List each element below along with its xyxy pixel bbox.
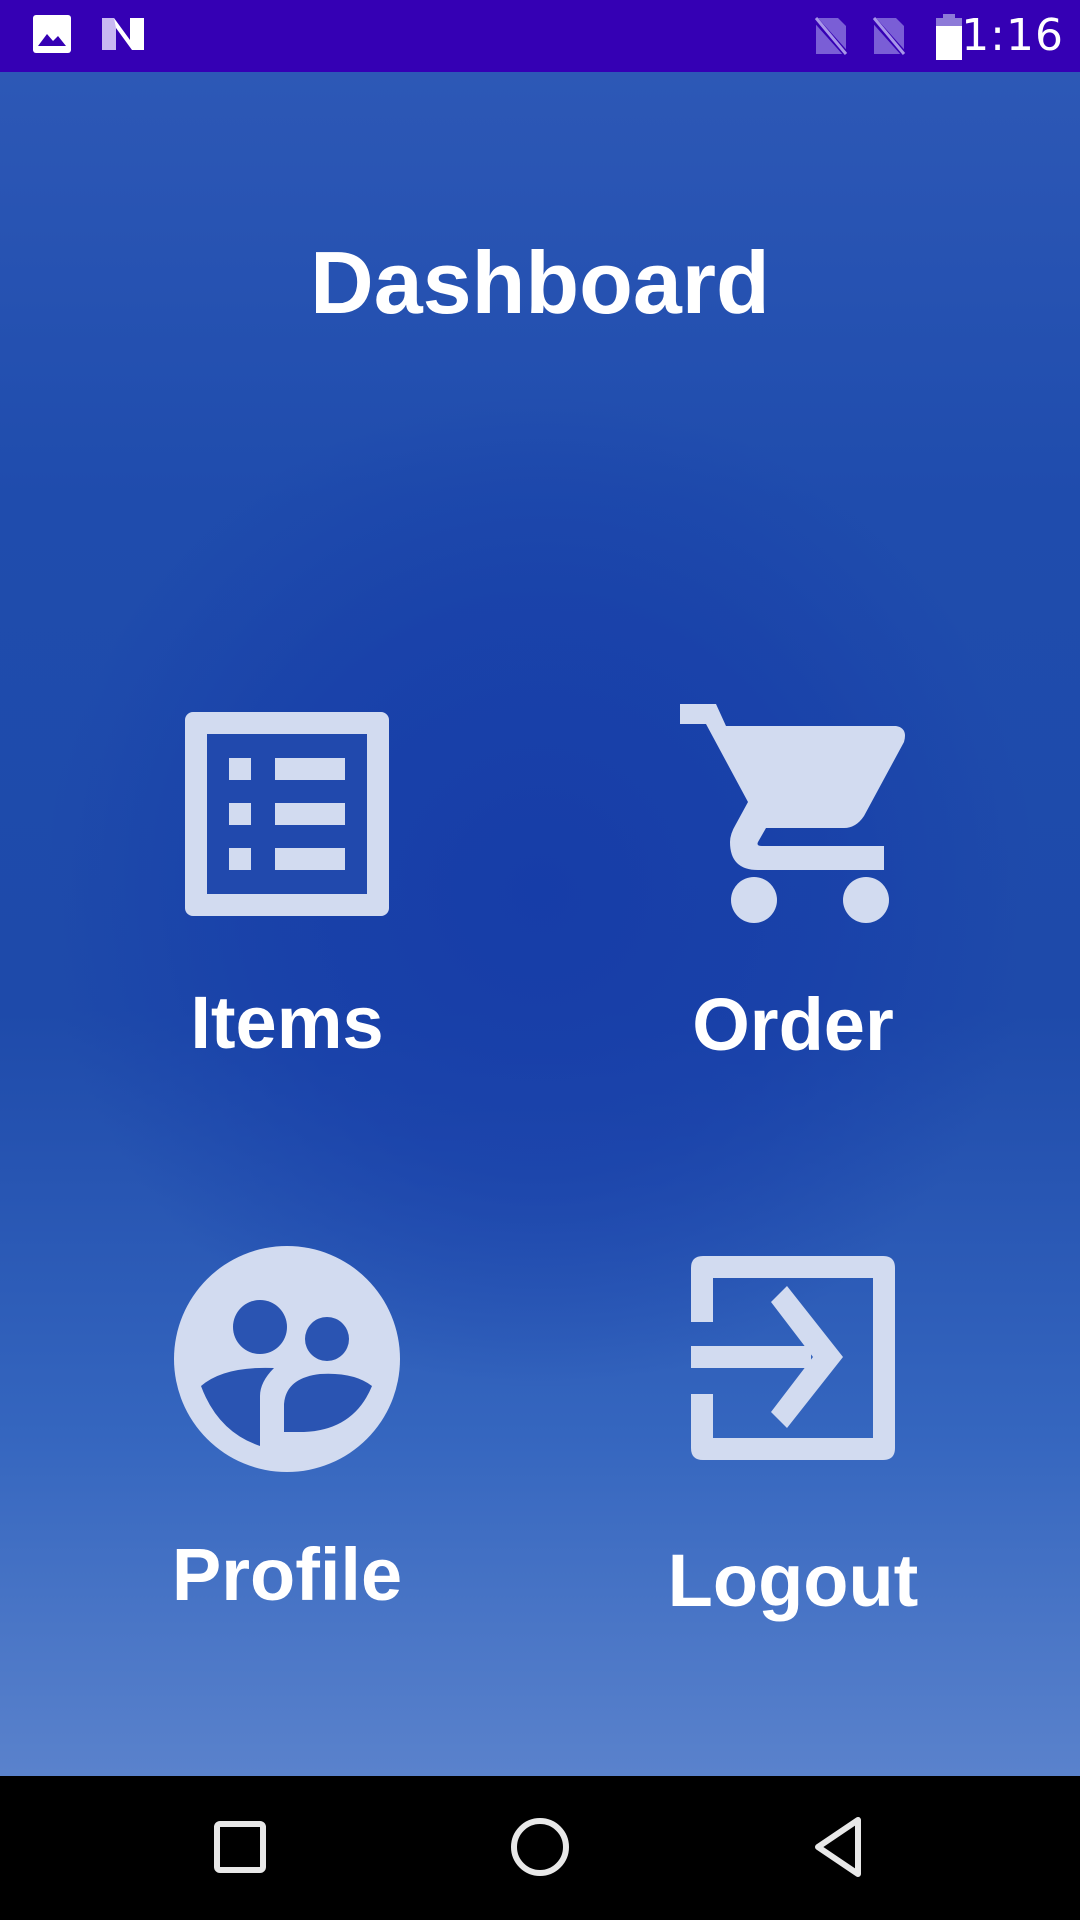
profile-button[interactable]: Profile xyxy=(107,1246,467,1612)
people-icon xyxy=(174,1246,400,1472)
logout-label: Logout xyxy=(667,1539,919,1622)
order-label: Order xyxy=(692,983,894,1066)
status-time: 1:16 xyxy=(961,10,1064,61)
status-bar: 1:16 xyxy=(0,0,1080,72)
logout-icon xyxy=(691,1256,895,1460)
logout-button[interactable]: Logout xyxy=(613,1256,973,1618)
back-button[interactable] xyxy=(810,1812,870,1882)
list-icon xyxy=(185,712,389,916)
items-button[interactable]: Items xyxy=(107,712,467,1060)
cart-icon xyxy=(680,704,905,923)
profile-label: Profile xyxy=(171,1533,403,1616)
items-label: Items xyxy=(190,981,384,1064)
order-button[interactable]: Order xyxy=(613,702,973,1062)
no-sim-icon xyxy=(812,15,850,58)
navigation-bar xyxy=(0,1776,1080,1920)
dashboard-screen: Dashboard Items Order Profile Logout xyxy=(0,72,1080,1776)
battery-icon xyxy=(936,14,962,60)
n-logo-icon xyxy=(102,18,144,50)
image-icon xyxy=(33,15,71,53)
page-title: Dashboard xyxy=(310,233,770,332)
no-sim-icon xyxy=(870,15,908,58)
home-button[interactable] xyxy=(506,1812,574,1882)
recents-button[interactable] xyxy=(210,1812,270,1882)
